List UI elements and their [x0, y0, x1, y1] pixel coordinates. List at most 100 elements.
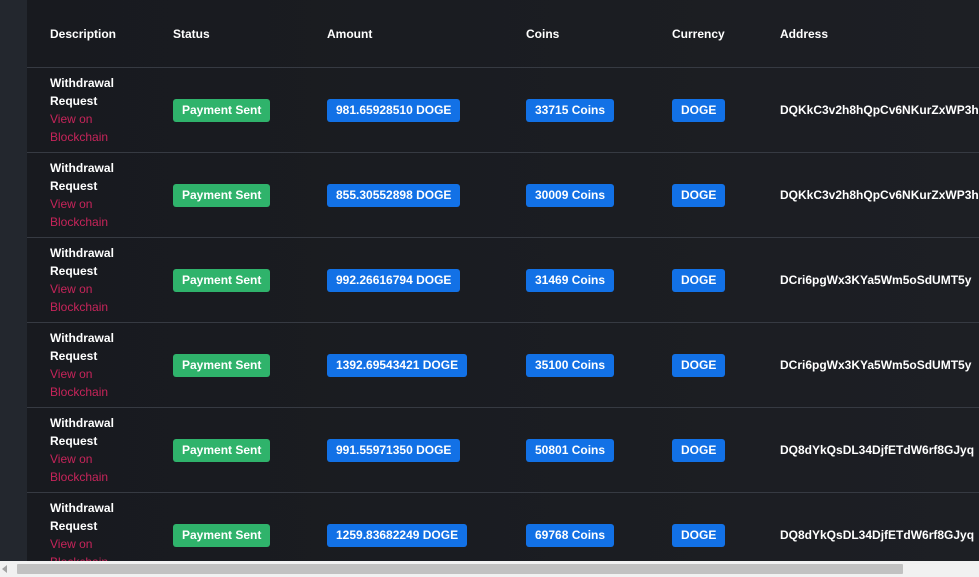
- coins-cell: 31469 Coins: [526, 237, 672, 323]
- table-row: Withdrawal Request View onBlockchain Pay…: [27, 407, 979, 493]
- currency-cell: DOGE: [672, 152, 780, 238]
- description-title: Request: [50, 179, 98, 193]
- status-cell: Payment Sent: [173, 237, 327, 323]
- wallet-address: DQ8dYkQsDL34DjfETdW6rf8GJyq: [780, 443, 975, 457]
- description-title: Request: [50, 349, 98, 363]
- wallet-address: DCri6pgWx3KYa5Wm5oSdUMT5y: [780, 273, 972, 287]
- description-cell: Withdrawal Request View onBlockchain: [27, 407, 173, 493]
- view-on-blockchain-link[interactable]: View onBlockchain: [50, 535, 173, 561]
- description-title: Request: [50, 94, 98, 108]
- address-cell: DQKkC3v2h8hQpCv6NKurZxWP3h: [780, 67, 979, 153]
- address-cell: DCri6pgWx3KYa5Wm5oSdUMT5y: [780, 322, 979, 408]
- currency-badge: DOGE: [672, 268, 726, 292]
- view-on-blockchain-link[interactable]: View onBlockchain: [50, 450, 173, 486]
- column-header-address: Address: [780, 0, 979, 68]
- table-header-row: Description Status Amount Coins Currency…: [27, 0, 979, 68]
- description-cell: Withdrawal Request View onBlockchain: [27, 322, 173, 408]
- amount-cell: 991.55971350 DOGE: [327, 407, 526, 493]
- status-badge: Payment Sent: [173, 268, 271, 292]
- currency-cell: DOGE: [672, 237, 780, 323]
- amount-badge: 1259.83682249 DOGE: [327, 523, 468, 547]
- table-row: Withdrawal Request View onBlockchain Pay…: [27, 67, 979, 153]
- column-header-coins: Coins: [526, 0, 672, 68]
- description-cell: Withdrawal Request View onBlockchain: [27, 152, 173, 238]
- coins-badge: 30009 Coins: [526, 183, 615, 207]
- amount-cell: 1259.83682249 DOGE: [327, 492, 526, 561]
- coins-cell: 50801 Coins: [526, 407, 672, 493]
- status-cell: Payment Sent: [173, 322, 327, 408]
- description-cell: Withdrawal Request View onBlockchain: [27, 67, 173, 153]
- transactions-table: Description Status Amount Coins Currency…: [27, 0, 979, 561]
- description-title: Withdrawal: [50, 246, 114, 260]
- currency-badge: DOGE: [672, 353, 726, 377]
- description-title: Withdrawal: [50, 501, 114, 515]
- scrollbar-thumb[interactable]: [17, 564, 903, 574]
- status-cell: Payment Sent: [173, 492, 327, 561]
- scroll-left-arrow-icon[interactable]: [2, 565, 7, 573]
- description-cell: Withdrawal Request View onBlockchain: [27, 237, 173, 323]
- description-cell: Withdrawal Request View onBlockchain: [27, 492, 173, 561]
- amount-badge: 1392.69543421 DOGE: [327, 353, 468, 377]
- table-row: Withdrawal Request View onBlockchain Pay…: [27, 152, 979, 238]
- description-title: Withdrawal: [50, 331, 114, 345]
- amount-badge: 991.55971350 DOGE: [327, 438, 461, 462]
- view-on-blockchain-link[interactable]: View onBlockchain: [50, 365, 173, 401]
- transactions-table-container: Description Status Amount Coins Currency…: [27, 0, 979, 561]
- view-on-blockchain-link[interactable]: View onBlockchain: [50, 110, 173, 146]
- wallet-address: DQKkC3v2h8hQpCv6NKurZxWP3h: [780, 103, 979, 117]
- column-header-amount: Amount: [327, 0, 526, 68]
- status-badge: Payment Sent: [173, 353, 271, 377]
- table-row: Withdrawal Request View onBlockchain Pay…: [27, 322, 979, 408]
- description-title: Withdrawal: [50, 161, 114, 175]
- currency-cell: DOGE: [672, 407, 780, 493]
- amount-cell: 992.26616794 DOGE: [327, 237, 526, 323]
- status-cell: Payment Sent: [173, 407, 327, 493]
- wallet-address: DQ8dYkQsDL34DjfETdW6rf8GJyq: [780, 528, 975, 542]
- amount-badge: 992.26616794 DOGE: [327, 268, 461, 292]
- coins-badge: 69768 Coins: [526, 523, 615, 547]
- coins-cell: 30009 Coins: [526, 152, 672, 238]
- address-cell: DCri6pgWx3KYa5Wm5oSdUMT5y: [780, 237, 979, 323]
- view-on-blockchain-link[interactable]: View onBlockchain: [50, 195, 173, 231]
- description-title: Withdrawal: [50, 76, 114, 90]
- column-header-currency: Currency: [672, 0, 780, 68]
- amount-cell: 1392.69543421 DOGE: [327, 322, 526, 408]
- description-title: Withdrawal: [50, 416, 114, 430]
- currency-cell: DOGE: [672, 492, 780, 561]
- wallet-address: DCri6pgWx3KYa5Wm5oSdUMT5y: [780, 358, 972, 372]
- coins-badge: 31469 Coins: [526, 268, 615, 292]
- coins-badge: 33715 Coins: [526, 98, 615, 122]
- left-sidebar-edge: [0, 0, 27, 577]
- address-cell: DQKkC3v2h8hQpCv6NKurZxWP3h: [780, 152, 979, 238]
- status-badge: Payment Sent: [173, 183, 271, 207]
- currency-badge: DOGE: [672, 438, 726, 462]
- address-cell: DQ8dYkQsDL34DjfETdW6rf8GJyq: [780, 407, 979, 493]
- column-header-status: Status: [173, 0, 327, 68]
- currency-badge: DOGE: [672, 98, 726, 122]
- currency-cell: DOGE: [672, 322, 780, 408]
- coins-cell: 69768 Coins: [526, 492, 672, 561]
- address-cell: DQ8dYkQsDL34DjfETdW6rf8GJyq: [780, 492, 979, 561]
- description-title: Request: [50, 434, 98, 448]
- horizontal-scrollbar[interactable]: [0, 561, 979, 577]
- status-badge: Payment Sent: [173, 98, 271, 122]
- view-on-blockchain-link[interactable]: View onBlockchain: [50, 280, 173, 316]
- wallet-address: DQKkC3v2h8hQpCv6NKurZxWP3h: [780, 188, 979, 202]
- coins-badge: 35100 Coins: [526, 353, 615, 377]
- coins-cell: 33715 Coins: [526, 67, 672, 153]
- currency-badge: DOGE: [672, 523, 726, 547]
- column-header-description: Description: [27, 0, 173, 68]
- currency-cell: DOGE: [672, 67, 780, 153]
- table-row: Withdrawal Request View onBlockchain Pay…: [27, 237, 979, 323]
- coins-cell: 35100 Coins: [526, 322, 672, 408]
- table-row: Withdrawal Request View onBlockchain Pay…: [27, 492, 979, 561]
- status-cell: Payment Sent: [173, 67, 327, 153]
- amount-badge: 981.65928510 DOGE: [327, 98, 461, 122]
- description-title: Request: [50, 264, 98, 278]
- amount-cell: 855.30552898 DOGE: [327, 152, 526, 238]
- status-badge: Payment Sent: [173, 438, 271, 462]
- description-title: Request: [50, 519, 98, 533]
- amount-cell: 981.65928510 DOGE: [327, 67, 526, 153]
- currency-badge: DOGE: [672, 183, 726, 207]
- status-cell: Payment Sent: [173, 152, 327, 238]
